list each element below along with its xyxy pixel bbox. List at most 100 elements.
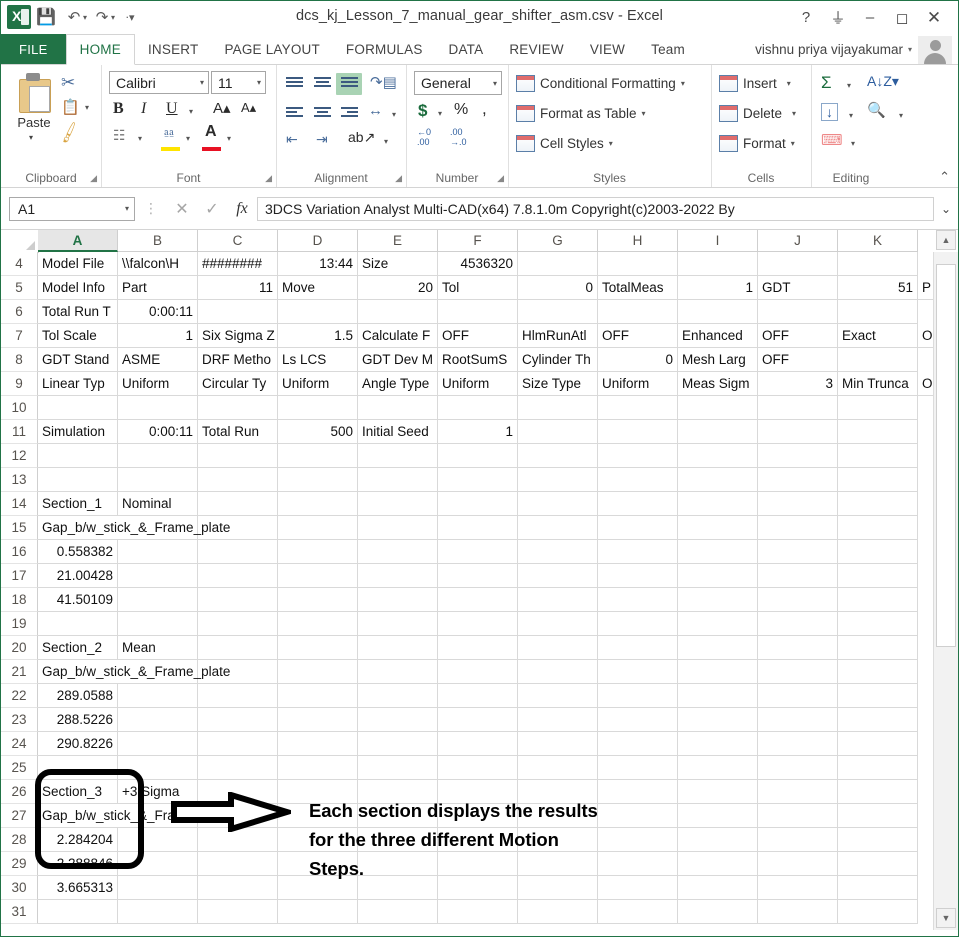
cell-K4[interactable] <box>838 252 918 276</box>
cell-E13[interactable] <box>358 468 438 492</box>
row-header-15[interactable]: 15 <box>1 516 38 540</box>
cell-F20[interactable] <box>438 636 518 660</box>
cell-E11[interactable]: Initial Seed <box>358 420 438 444</box>
cell-A28[interactable]: 2.284204 <box>38 828 118 852</box>
cell-C12[interactable] <box>198 444 278 468</box>
cell-A7[interactable]: Tol Scale <box>38 324 118 348</box>
cell-D10[interactable] <box>278 396 358 420</box>
paste-dropdown-icon[interactable]: ▾ <box>29 133 33 142</box>
cell-I23[interactable] <box>678 708 758 732</box>
font-dialog-launcher-icon[interactable]: ◢ <box>265 173 272 184</box>
cell-K22[interactable] <box>838 684 918 708</box>
cell-E25[interactable] <box>358 756 438 780</box>
row-header-23[interactable]: 23 <box>1 708 38 732</box>
merge-cells-icon[interactable]: ab↗ <box>348 129 375 146</box>
cell-D8[interactable]: Ls LCS <box>278 348 358 372</box>
align-bottom-icon[interactable] <box>341 77 358 90</box>
cell-D13[interactable] <box>278 468 358 492</box>
cell-I9[interactable]: Meas Sigm <box>678 372 758 396</box>
tab-data[interactable]: DATA <box>436 34 497 64</box>
cell-C9[interactable]: Circular Ty <box>198 372 278 396</box>
sort-filter-icon[interactable]: A↓Z▾ <box>867 73 899 90</box>
cell-styles-button[interactable]: Cell Styles ▾ <box>516 135 613 152</box>
cell-H11[interactable] <box>598 420 678 444</box>
orientation-icon[interactable]: ↷▤ <box>370 73 397 91</box>
help-icon[interactable]: ? <box>790 5 822 30</box>
cell-F11[interactable]: 1 <box>438 420 518 444</box>
cell-E5[interactable]: 20 <box>358 276 438 300</box>
cell-I16[interactable] <box>678 540 758 564</box>
cell-F15[interactable] <box>438 516 518 540</box>
cell-H6[interactable] <box>598 300 678 324</box>
column-header-k[interactable]: K <box>838 230 918 252</box>
cell-C25[interactable] <box>198 756 278 780</box>
fill-icon[interactable]: ↓ <box>821 103 838 121</box>
cell-J5[interactable]: GDT <box>758 276 838 300</box>
cell-K10[interactable] <box>838 396 918 420</box>
row-header-17[interactable]: 17 <box>1 564 38 588</box>
cell-I26[interactable] <box>678 780 758 804</box>
cell-D31[interactable] <box>278 900 358 924</box>
cell-I30[interactable] <box>678 876 758 900</box>
align-right-icon[interactable] <box>341 107 358 120</box>
cell-B30[interactable] <box>118 876 198 900</box>
font-size-input[interactable]: 11 ▾ <box>211 71 266 94</box>
cell-G6[interactable] <box>518 300 598 324</box>
font-color-icon[interactable]: A <box>205 123 217 141</box>
cell-B11[interactable]: 0:00:11 <box>118 420 198 444</box>
cell-A9[interactable]: Linear Typ <box>38 372 118 396</box>
cell-E4[interactable]: Size <box>358 252 438 276</box>
cell-C31[interactable] <box>198 900 278 924</box>
currency-dropdown-icon[interactable]: ▾ <box>438 109 442 118</box>
cell-I28[interactable] <box>678 828 758 852</box>
cell-B9[interactable]: Uniform <box>118 372 198 396</box>
cell-J27[interactable] <box>758 804 838 828</box>
cell-H13[interactable] <box>598 468 678 492</box>
tab-view[interactable]: VIEW <box>577 34 638 64</box>
cell-J19[interactable] <box>758 612 838 636</box>
cell-C5[interactable]: 11 <box>198 276 278 300</box>
row-header-16[interactable]: 16 <box>1 540 38 564</box>
row-header-26[interactable]: 26 <box>1 780 38 804</box>
cell-A4[interactable]: Model File <box>38 252 118 276</box>
percent-format-icon[interactable]: % <box>454 101 468 119</box>
cell-I31[interactable] <box>678 900 758 924</box>
column-header-j[interactable]: J <box>758 230 838 252</box>
cell-H10[interactable] <box>598 396 678 420</box>
cell-F4[interactable]: 4536320 <box>438 252 518 276</box>
ribbon-display-options-icon[interactable]: ⏚ <box>822 5 854 30</box>
cell-J16[interactable] <box>758 540 838 564</box>
cell-I7[interactable]: Enhanced <box>678 324 758 348</box>
column-header-i[interactable]: I <box>678 230 758 252</box>
cell-I18[interactable] <box>678 588 758 612</box>
cell-I13[interactable] <box>678 468 758 492</box>
cell-K14[interactable] <box>838 492 918 516</box>
cell-E23[interactable] <box>358 708 438 732</box>
italic-button[interactable]: I <box>141 100 146 118</box>
cell-K7[interactable]: Exact <box>838 324 918 348</box>
tab-team[interactable]: Team <box>638 34 698 64</box>
cell-D17[interactable] <box>278 564 358 588</box>
increase-decimal-icon[interactable]: ←0.00 <box>417 127 431 147</box>
cell-F22[interactable] <box>438 684 518 708</box>
scrollbar-thumb[interactable] <box>936 264 956 647</box>
cell-K21[interactable] <box>838 660 918 684</box>
autosum-dropdown-icon[interactable]: ▾ <box>847 81 851 90</box>
cell-D23[interactable] <box>278 708 358 732</box>
currency-format-icon[interactable]: $ <box>418 101 427 121</box>
increase-indent-icon[interactable]: ⇥ <box>316 131 328 148</box>
cell-I5[interactable]: 1 <box>678 276 758 300</box>
row-header-8[interactable]: 8 <box>1 348 38 372</box>
format-cells-button[interactable]: Format ▾ <box>719 135 795 152</box>
row-header-4[interactable]: 4 <box>1 252 38 276</box>
maximize-icon[interactable]: ◻ <box>886 5 918 30</box>
cell-B7[interactable]: 1 <box>118 324 198 348</box>
cell-F8[interactable]: RootSumS <box>438 348 518 372</box>
format-as-table-button[interactable]: Format as Table ▾ <box>516 105 646 122</box>
cell-F13[interactable] <box>438 468 518 492</box>
cell-A25[interactable] <box>38 756 118 780</box>
cell-E31[interactable] <box>358 900 438 924</box>
cell-J11[interactable] <box>758 420 838 444</box>
cell-B20[interactable]: Mean <box>118 636 198 660</box>
cell-J31[interactable] <box>758 900 838 924</box>
